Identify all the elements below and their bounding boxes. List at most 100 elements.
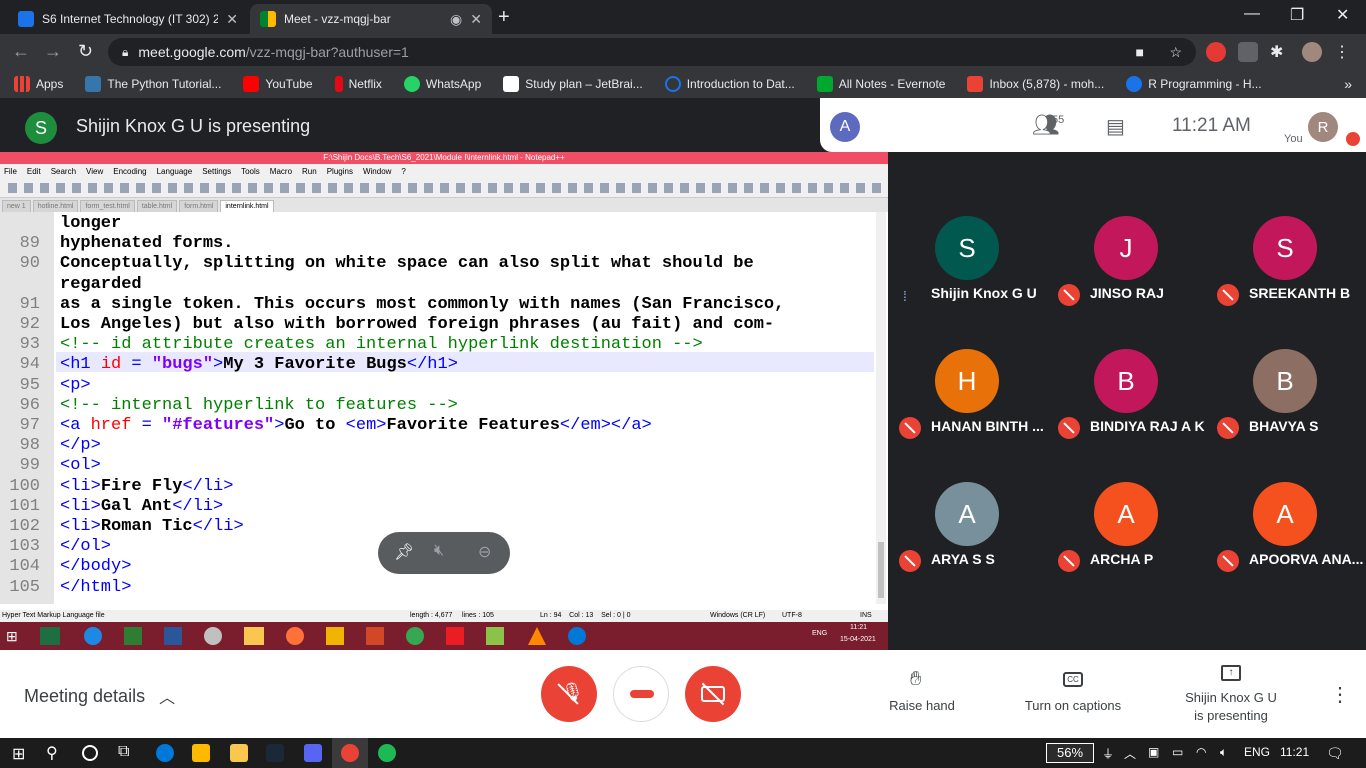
bookmark-intro-data[interactable]: Introduction to Dat... xyxy=(664,76,795,92)
shield-icon[interactable] xyxy=(1238,42,1258,62)
code-token: <li> xyxy=(60,496,101,516)
chevron-up-icon[interactable]: ︿ xyxy=(1124,745,1136,762)
line-number: 104 xyxy=(9,557,40,577)
forward-icon[interactable]: → xyxy=(44,41,62,62)
camera-icon[interactable]: ■ xyxy=(1136,44,1144,60)
chat-icon[interactable]: ▤ xyxy=(1106,114,1125,139)
minimize-icon[interactable]: — xyxy=(1244,5,1260,23)
search-icon[interactable]: ⚲ xyxy=(46,743,58,763)
remove-icon[interactable]: ⊖ xyxy=(478,542,491,562)
more-options-icon[interactable]: ⋮ xyxy=(1330,682,1350,707)
presenter-taskbar: ⊞ ENG 11:21 15-04-2021 xyxy=(0,622,888,650)
file-explorer-icon[interactable] xyxy=(230,744,248,762)
bookmark-whatsapp[interactable]: WhatsApp xyxy=(403,76,481,92)
meeting-details-button[interactable]: Meeting details ︿ xyxy=(24,684,175,708)
more-vert-icon[interactable]: ⋮ xyxy=(1334,42,1354,62)
people-count: 55 xyxy=(1052,114,1065,126)
spotify-icon[interactable] xyxy=(378,744,396,762)
bookmark-apps[interactable]: Apps xyxy=(14,76,63,92)
bookmark-r-programming[interactable]: R Programming - H... xyxy=(1126,76,1262,92)
line-number: 95 xyxy=(19,375,40,395)
puzzle-icon[interactable]: ✱ xyxy=(1270,42,1290,62)
close-icon[interactable]: ✕ xyxy=(226,11,238,28)
language-indicator[interactable]: ENG xyxy=(1244,745,1270,759)
edge-icon[interactable] xyxy=(156,744,174,762)
code-line: <!-- id attribute creates an internal hy… xyxy=(60,335,703,354)
tab-meet[interactable]: Meet - vzz-mqgj-bar ◉ ✕ xyxy=(250,4,492,34)
wifi-icon[interactable]: ◠ xyxy=(1196,745,1206,759)
code-token: hyphenated forms. xyxy=(60,234,234,254)
lock-icon: 🔒︎ xyxy=(122,44,129,59)
leave-call-button[interactable] xyxy=(613,666,669,722)
status-lang: Hyper Text Markup Language file xyxy=(2,612,105,619)
bookmark-netflix[interactable]: Netflix xyxy=(334,76,382,92)
bookmark-label: Introduction to Dat... xyxy=(686,77,795,91)
battery-icon[interactable]: ▭ xyxy=(1172,745,1183,759)
pin-icon[interactable]: 📌︎ xyxy=(394,542,414,562)
muted-mic-icon xyxy=(1217,417,1239,439)
participant-avatar: A xyxy=(1253,482,1317,546)
mic-toggle-button[interactable]: 🎙︎ xyxy=(541,666,597,722)
participant-tile[interactable]: B BINDIYA RAJ A K xyxy=(1048,329,1208,462)
bookmark-evernote[interactable]: All Notes - Evernote xyxy=(816,76,946,92)
bookmark-gmail[interactable]: Inbox (5,878) - moh... xyxy=(967,76,1104,92)
menu-item: View xyxy=(86,166,104,176)
participant-tile[interactable]: S SREEKANTH B xyxy=(1207,196,1366,329)
volume-icon[interactable]: 🔈︎ xyxy=(1220,745,1227,760)
restore-icon[interactable]: ❐ xyxy=(1290,5,1304,25)
participant-avatar: H xyxy=(935,349,999,413)
presentation-button[interactable]: ↑ Shijin Knox G U is presenting xyxy=(1170,662,1292,726)
participant-tile[interactable]: H HANAN BINTH ... xyxy=(889,329,1049,462)
notepadpp-titlebar: F:\Shijin Docs\B.Tech\S6_2021\Module I\i… xyxy=(0,152,888,164)
notepadpp-toolbar xyxy=(0,178,888,198)
cortana-icon[interactable] xyxy=(82,745,98,761)
inner-time: 11:21 xyxy=(850,624,867,631)
notifications-icon[interactable]: 🗨︎ xyxy=(1326,745,1344,762)
bookmark-python[interactable]: The Python Tutorial... xyxy=(85,76,221,92)
discord-icon[interactable] xyxy=(304,744,322,762)
captions-label: Turn on captions xyxy=(1024,698,1122,713)
mute-icon[interactable]: 🔇︎ xyxy=(434,542,444,560)
bookmark-label: The Python Tutorial... xyxy=(107,77,222,91)
status-length: length : 4,677 xyxy=(410,612,453,619)
participant-tile[interactable]: A ARCHA P xyxy=(1048,462,1208,595)
chrome-icon xyxy=(406,627,424,645)
doc-tab: form.html xyxy=(179,200,219,212)
powerpoint-icon xyxy=(366,627,384,645)
camera-toggle-button[interactable] xyxy=(685,666,741,722)
profile-avatar[interactable] xyxy=(1302,42,1322,62)
bookmark-jetbrains[interactable]: Study plan – JetBrai... xyxy=(503,76,643,92)
bookmark-label: All Notes - Evernote xyxy=(838,77,946,91)
steam-icon[interactable] xyxy=(266,744,284,762)
meet-tray-icon[interactable]: ▣ xyxy=(1148,745,1159,759)
captions-button[interactable]: CC Turn on captions xyxy=(1012,668,1134,718)
address-bar[interactable]: 🔒︎ meet.google.com/vzz-mqgj-bar?authuser… xyxy=(108,38,1196,66)
raise-hand-button[interactable]: ✋︎ Raise hand xyxy=(878,668,966,718)
taskbar-clock[interactable]: 11:21 xyxy=(1280,745,1309,759)
task-view-icon[interactable]: ⧉ xyxy=(118,743,129,761)
star-icon[interactable]: ☆ xyxy=(1169,44,1182,61)
plus-icon[interactable]: + xyxy=(498,6,510,29)
participant-tile[interactable]: A ARYA S S xyxy=(889,462,1049,595)
code-token: Los Angeles) but also with borrowed fore… xyxy=(60,315,775,334)
battery-indicator[interactable]: 56% xyxy=(1046,743,1094,763)
back-icon[interactable]: ← xyxy=(12,41,30,62)
chevron-more-icon[interactable]: » xyxy=(1344,76,1352,92)
participant-avatar: B xyxy=(1094,349,1158,413)
tab-classroom[interactable]: S6 Internet Technology (IT 302) 2 ✕ xyxy=(8,4,248,34)
close-window-icon[interactable]: ✕ xyxy=(1336,5,1349,25)
store-icon[interactable] xyxy=(192,744,210,762)
windows-start-icon[interactable]: ⊞ xyxy=(12,744,25,764)
bookmark-youtube[interactable]: YouTube xyxy=(243,76,313,92)
close-icon[interactable]: ✕ xyxy=(470,11,482,28)
participant-tile[interactable]: B BHAVYA S xyxy=(1207,329,1366,462)
participant-tile[interactable]: A APOORVA ANA... xyxy=(1207,462,1366,595)
participant-tile[interactable]: S ⁞ Shijin Knox G U xyxy=(889,196,1049,329)
participant-avatar: A xyxy=(830,112,860,142)
ie-icon xyxy=(84,627,102,645)
doc-tab: table.html xyxy=(136,200,178,212)
reload-icon[interactable]: ↻ xyxy=(78,41,93,62)
extension-icon[interactable] xyxy=(1206,42,1226,62)
participant-tile[interactable]: J JINSO RAJ xyxy=(1048,196,1208,329)
presenting-label-2: is presenting xyxy=(1194,708,1268,723)
